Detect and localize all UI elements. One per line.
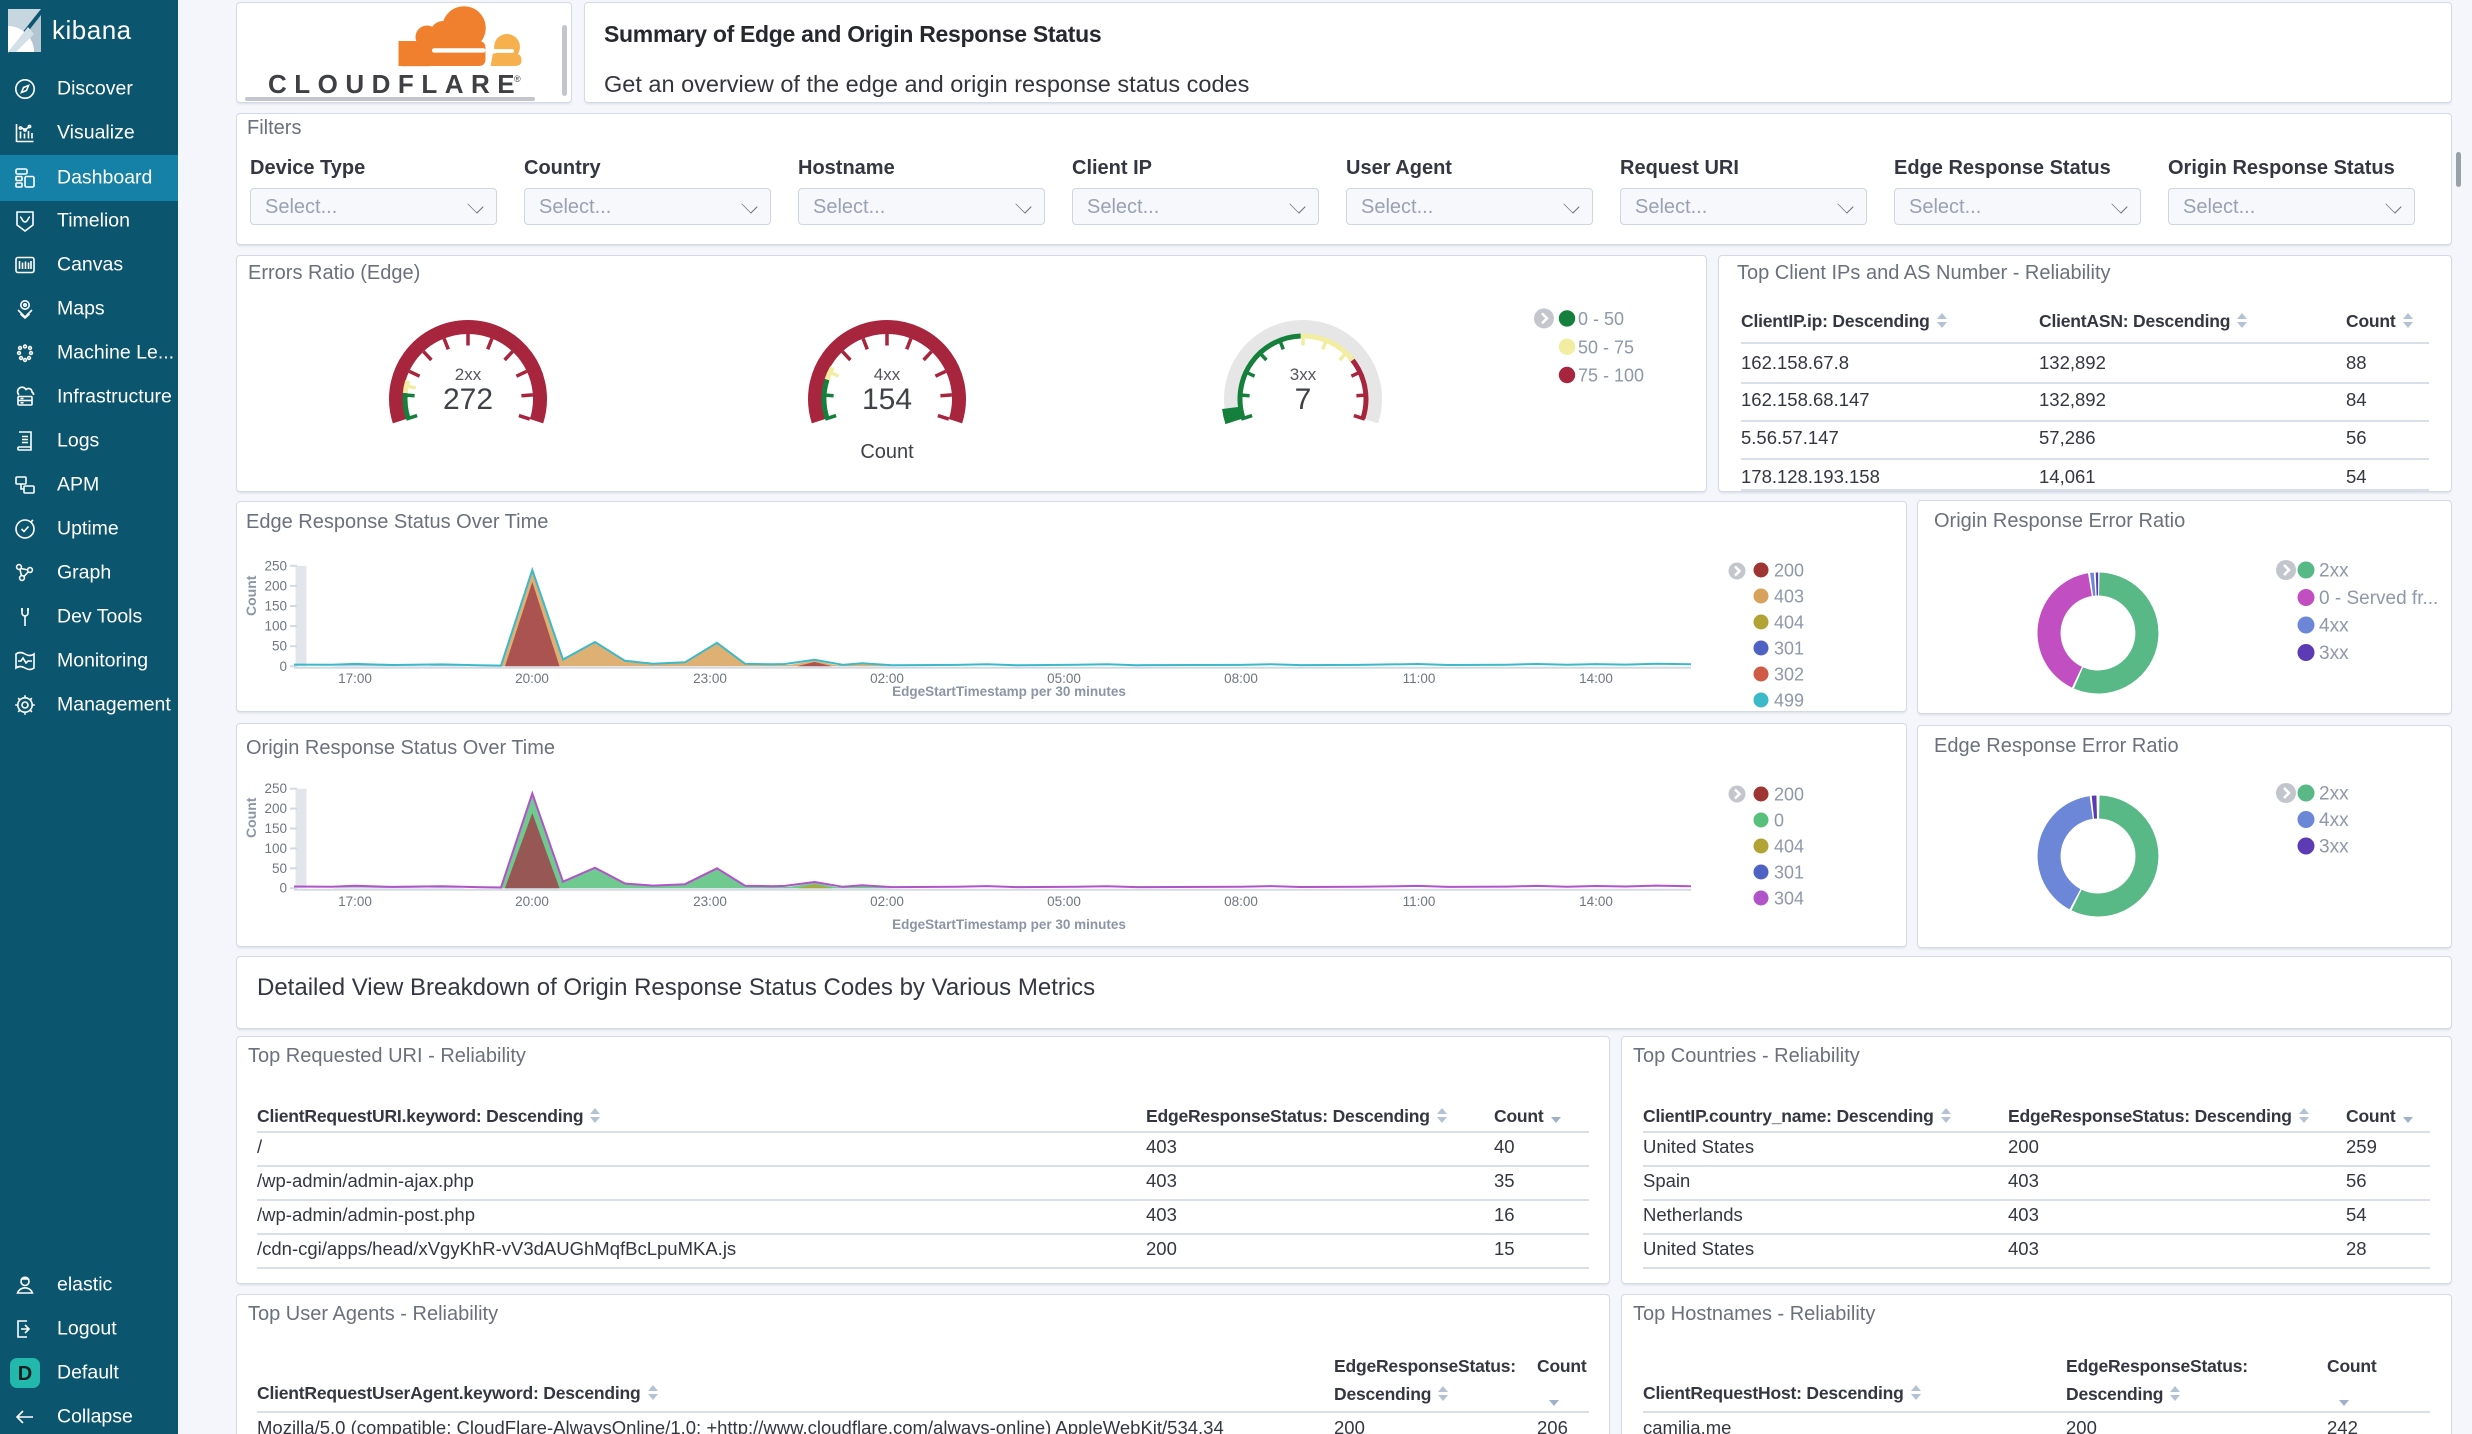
svg-text:20:00: 20:00 <box>515 894 549 909</box>
svg-text:4xx: 4xx <box>874 365 901 384</box>
svg-text:23:00: 23:00 <box>693 894 727 909</box>
svg-text:0: 0 <box>279 881 287 896</box>
svg-text:404: 404 <box>1774 613 1804 633</box>
svg-text:14:00: 14:00 <box>1579 894 1613 909</box>
svg-text:302: 302 <box>1774 665 1804 685</box>
svg-text:250: 250 <box>264 558 287 573</box>
svg-text:150: 150 <box>264 821 287 836</box>
svg-text:20:00: 20:00 <box>515 671 549 686</box>
svg-text:154: 154 <box>862 383 912 416</box>
svg-text:200: 200 <box>264 578 287 593</box>
svg-text:11:00: 11:00 <box>1403 894 1436 909</box>
svg-text:272: 272 <box>443 383 493 416</box>
svg-text:®: ® <box>514 74 521 84</box>
svg-text:200: 200 <box>1774 561 1804 581</box>
svg-text:200: 200 <box>1774 785 1804 805</box>
svg-text:17:00: 17:00 <box>338 894 372 909</box>
svg-text:50: 50 <box>272 861 287 876</box>
svg-text:150: 150 <box>264 599 287 614</box>
svg-text:EdgeStartTimestamp per 30 minu: EdgeStartTimestamp per 30 minutes <box>892 917 1126 932</box>
svg-text:Count: Count <box>243 797 259 838</box>
svg-text:50 - 75: 50 - 75 <box>1578 337 1634 357</box>
svg-text:304: 304 <box>1774 889 1804 909</box>
svg-text:0 - Served fr...: 0 - Served fr... <box>2319 588 2438 609</box>
svg-text:14:00: 14:00 <box>1579 671 1613 686</box>
svg-text:0: 0 <box>1774 811 1784 831</box>
svg-text:11:00: 11:00 <box>1403 671 1436 686</box>
svg-text:02:00: 02:00 <box>870 894 904 909</box>
svg-text:3xx: 3xx <box>2319 837 2349 858</box>
svg-text:4xx: 4xx <box>2319 810 2349 831</box>
svg-text:08:00: 08:00 <box>1224 671 1258 686</box>
svg-text:05:00: 05:00 <box>1047 894 1081 909</box>
svg-text:3xx: 3xx <box>1290 365 1317 384</box>
svg-text:403: 403 <box>1774 587 1804 607</box>
svg-text:200: 200 <box>264 801 287 816</box>
svg-text:50: 50 <box>272 639 287 654</box>
svg-text:2xx: 2xx <box>2319 561 2349 582</box>
svg-text:0 - 50: 0 - 50 <box>1578 309 1624 329</box>
svg-text:Count: Count <box>243 575 259 616</box>
svg-text:EdgeStartTimestamp per 30 minu: EdgeStartTimestamp per 30 minutes <box>892 684 1126 699</box>
svg-text:301: 301 <box>1774 639 1804 659</box>
svg-text:3xx: 3xx <box>2319 643 2349 664</box>
svg-text:75 - 100: 75 - 100 <box>1578 366 1644 386</box>
svg-text:2xx: 2xx <box>2319 784 2349 805</box>
svg-text:08:00: 08:00 <box>1224 894 1258 909</box>
svg-text:499: 499 <box>1774 691 1804 711</box>
svg-text:D: D <box>18 1363 32 1385</box>
svg-text:17:00: 17:00 <box>338 671 372 686</box>
svg-text:404: 404 <box>1774 837 1804 857</box>
svg-text:CLOUDFLARE: CLOUDFLARE <box>268 69 522 99</box>
svg-text:4xx: 4xx <box>2319 616 2349 637</box>
svg-text:7: 7 <box>1295 383 1312 416</box>
svg-text:100: 100 <box>264 841 287 856</box>
svg-text:23:00: 23:00 <box>693 671 727 686</box>
svg-text:301: 301 <box>1774 863 1804 883</box>
svg-text:100: 100 <box>264 619 287 634</box>
svg-text:Count: Count <box>860 441 914 463</box>
svg-text:2xx: 2xx <box>455 365 482 384</box>
svg-text:250: 250 <box>264 781 287 796</box>
svg-text:0: 0 <box>279 659 287 674</box>
